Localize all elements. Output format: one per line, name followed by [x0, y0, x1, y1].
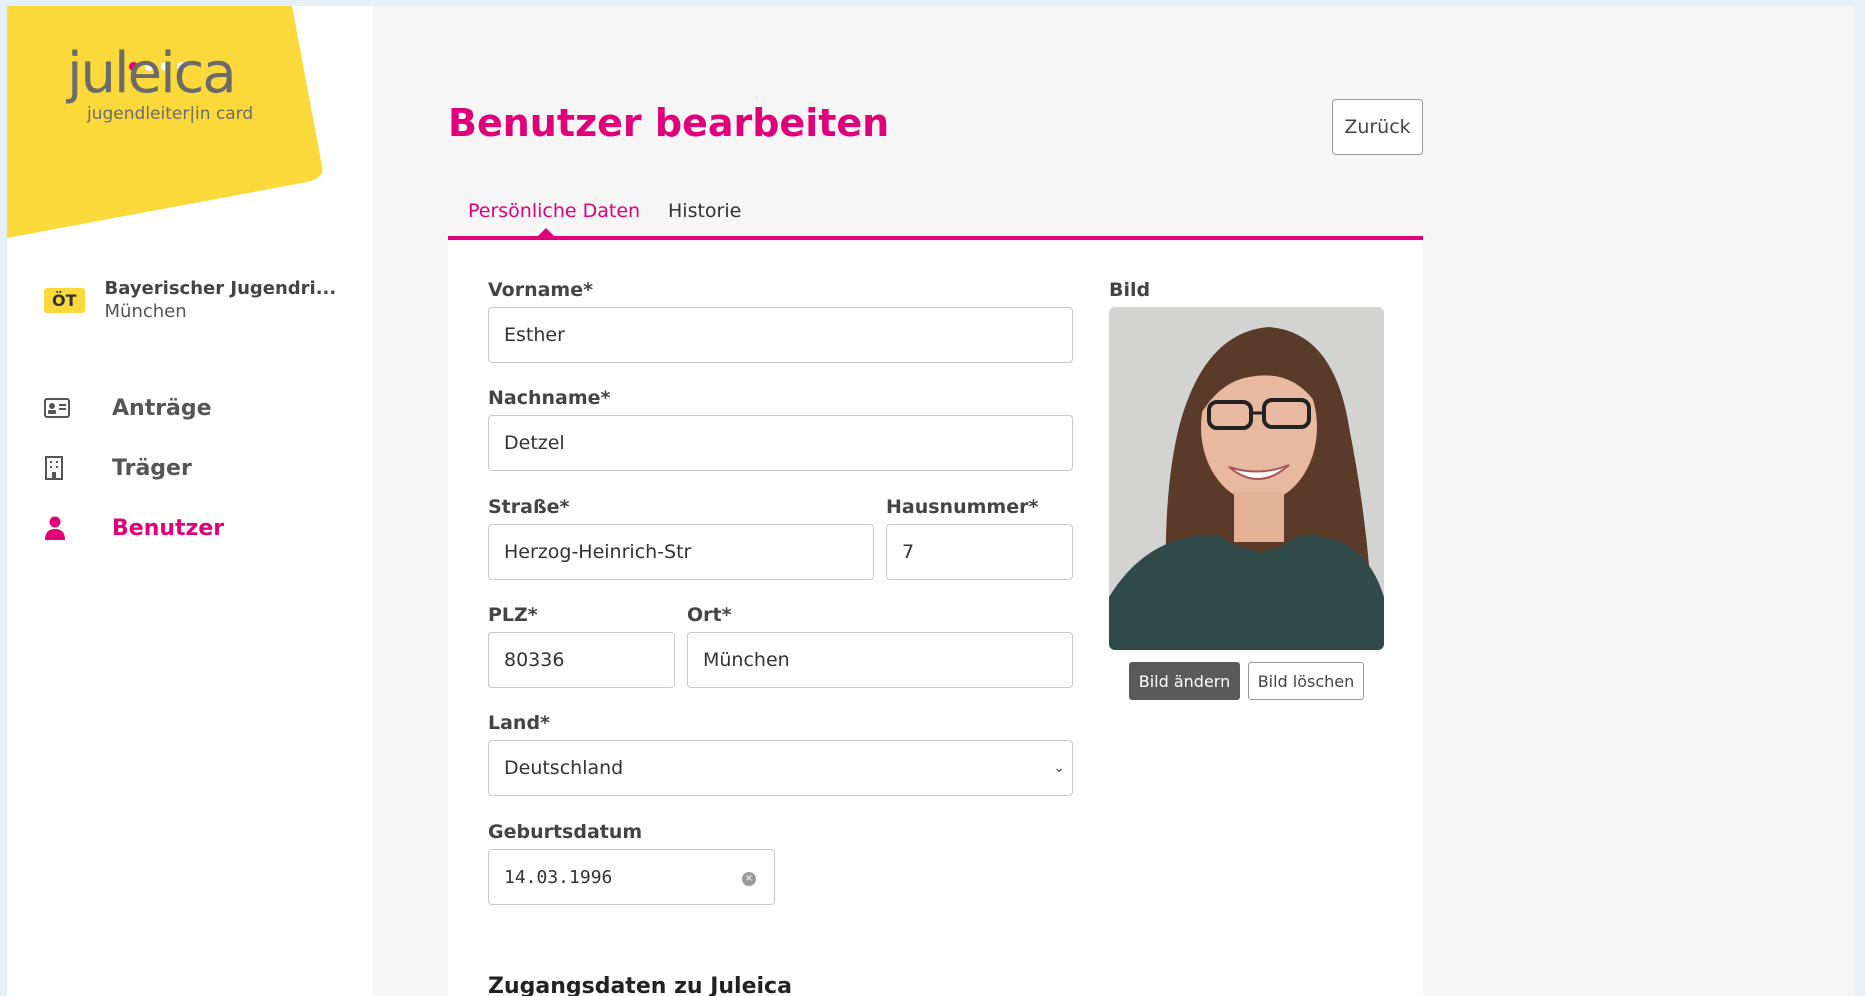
- chevron-down-icon: ⌄: [1053, 760, 1065, 776]
- profile-photo: [1109, 307, 1384, 650]
- sidebar-item-label: Anträge: [112, 395, 212, 421]
- tab-historie[interactable]: Historie: [668, 200, 741, 222]
- sidebar-item-antraege[interactable]: Anträge: [44, 378, 224, 438]
- building-icon: [44, 453, 78, 483]
- sidebar-item-label: Träger: [112, 455, 192, 481]
- geburtsdatum-label: Geburtsdatum: [488, 821, 643, 843]
- organization[interactable]: ÖT Bayerischer Jugendri... München: [44, 278, 336, 322]
- bild-label: Bild: [1109, 279, 1151, 301]
- user-icon: [44, 513, 78, 543]
- nachname-field[interactable]: [488, 415, 1073, 471]
- tab-underline: [448, 236, 1423, 240]
- geburtsdatum-field[interactable]: [488, 849, 775, 905]
- org-badge: ÖT: [44, 288, 85, 313]
- zugangsdaten-title: Zugangsdaten zu Juleica: [488, 974, 792, 996]
- strasse-label: Straße*: [488, 496, 570, 518]
- delete-photo-button[interactable]: Bild löschen: [1248, 662, 1364, 700]
- id-card-icon: [44, 393, 78, 423]
- org-city: München: [104, 301, 187, 322]
- nachname-label: Nachname*: [488, 387, 611, 409]
- logo-word: juleica: [67, 41, 237, 106]
- plz-field[interactable]: [488, 632, 675, 688]
- vorname-label: Vorname*: [488, 279, 594, 301]
- sidebar-item-benutzer[interactable]: Benutzer: [44, 498, 224, 558]
- plz-label: PLZ*: [488, 604, 538, 626]
- vorname-field[interactable]: [488, 307, 1073, 363]
- change-photo-button[interactable]: Bild ändern: [1129, 662, 1240, 700]
- logo[interactable]: juleica jugendleiter|in card: [67, 41, 277, 125]
- tab-bar: Persönliche Daten Historie: [448, 192, 1423, 244]
- sidebar-item-label: Benutzer: [112, 515, 225, 541]
- strasse-field[interactable]: [488, 524, 874, 580]
- clear-icon[interactable]: ×: [742, 872, 756, 886]
- logo-tagline: jugendleiter|in card: [87, 104, 254, 124]
- sidebar: juleica jugendleiter|in card ÖT Bayerisc…: [7, 6, 373, 996]
- back-button[interactable]: Zurück: [1332, 99, 1423, 155]
- app-frame: juleica jugendleiter|in card ÖT Bayerisc…: [7, 6, 1855, 996]
- org-name: Bayerischer Jugendri...: [104, 278, 337, 299]
- ort-field[interactable]: [687, 632, 1073, 688]
- tab-indicator: [538, 228, 554, 236]
- land-label: Land*: [488, 712, 550, 734]
- ort-label: Ort*: [687, 604, 732, 626]
- land-select-value[interactable]: Deutschland: [488, 740, 1073, 796]
- hausnummer-field[interactable]: [886, 524, 1073, 580]
- sidebar-nav: Anträge Träger Benutzer: [44, 378, 224, 558]
- hausnummer-label: Hausnummer*: [886, 496, 1039, 518]
- sidebar-item-traeger[interactable]: Träger: [44, 438, 224, 498]
- tab-persoenliche-daten[interactable]: Persönliche Daten: [468, 200, 640, 222]
- land-select[interactable]: Deutschland ⌄: [488, 740, 1073, 796]
- page-title: Benutzer bearbeiten: [448, 101, 890, 145]
